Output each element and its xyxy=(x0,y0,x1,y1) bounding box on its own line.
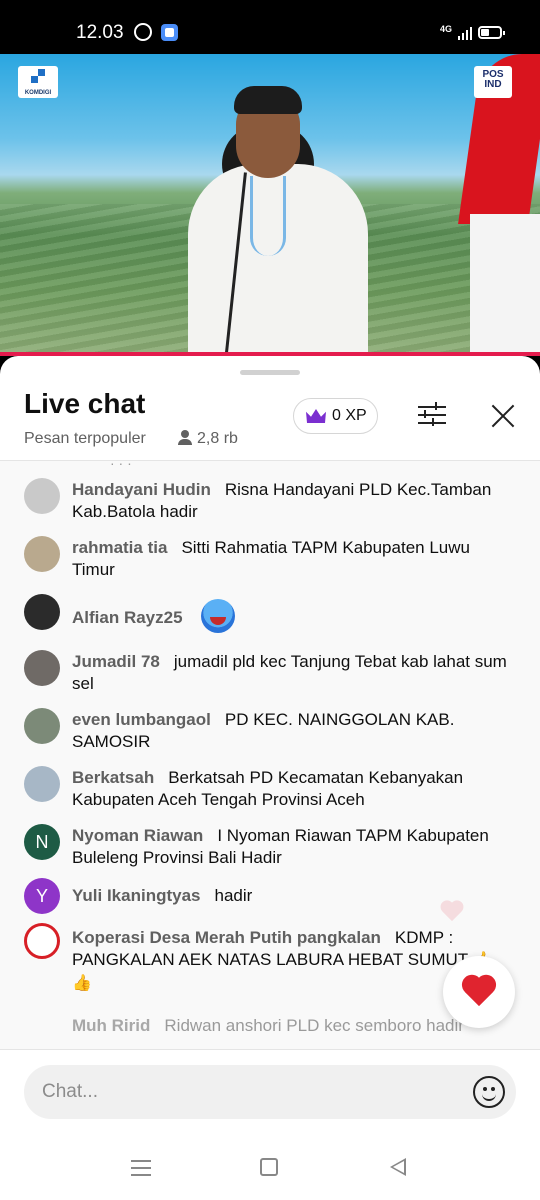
chat-message: Handayani Hudin Risna Handayani PLD Kec.T… xyxy=(0,475,540,525)
chat-message: rahmatia tia Sitti Rahmatia TAPM Kabupate… xyxy=(0,533,540,583)
message-text: hadir xyxy=(214,886,253,905)
pos-indonesia-logo: POS IND xyxy=(474,66,512,98)
chat-message: N Nyoman Riawan I Nyoman Riawan TAPM Kabu… xyxy=(0,821,540,871)
back-icon[interactable] xyxy=(390,1158,406,1176)
xp-badge[interactable]: 0 XP xyxy=(293,398,378,434)
app-notification-icon xyxy=(161,24,178,41)
message-author[interactable]: rahmatia tia xyxy=(72,538,167,557)
heart-icon xyxy=(461,976,497,1008)
person-icon xyxy=(178,430,192,445)
message-text: Ridwan anshori PLD kec semboro hadir xyxy=(164,1016,464,1035)
avatar[interactable]: N xyxy=(24,824,60,860)
message-author[interactable]: Yuli Ikaningtyas xyxy=(72,886,201,905)
avatar[interactable] xyxy=(24,766,60,802)
avatar[interactable] xyxy=(24,650,60,686)
input-divider xyxy=(0,1049,540,1050)
network-type: 4G xyxy=(440,24,453,34)
emoji-picker-icon[interactable] xyxy=(473,1076,505,1108)
signal-icon xyxy=(458,26,472,40)
crown-icon xyxy=(306,409,326,423)
chat-mode-label[interactable]: Pesan terpopuler xyxy=(24,430,146,448)
chat-message: Alfian Rayz25 xyxy=(0,591,540,635)
viewer-count: 2,8 rb xyxy=(178,430,238,448)
message-author[interactable]: Koperasi Desa Merah Putih pangkalan xyxy=(72,928,381,947)
close-icon[interactable] xyxy=(491,404,515,428)
message-author[interactable]: Handayani Hudin xyxy=(72,480,211,499)
message-author[interactable]: Alfian Rayz25 xyxy=(72,608,183,627)
recent-apps-icon[interactable] xyxy=(131,1160,151,1176)
laughing-emoji-icon xyxy=(200,599,235,633)
system-navigation-bar xyxy=(0,1140,540,1200)
flag-image xyxy=(458,54,540,356)
avatar[interactable] xyxy=(24,536,60,572)
message-author[interactable]: Jumadil 78 xyxy=(72,652,160,671)
live-chat-panel: Live chat Pesan terpopuler 2,8 rb 0 XP ·… xyxy=(0,356,540,1200)
avatar[interactable] xyxy=(24,594,60,630)
message-author[interactable]: Berkatsah xyxy=(72,768,154,787)
chat-input[interactable] xyxy=(24,1065,516,1119)
chat-message: even lumbangaol PD KEC. NAINGGOLAN KAB. S… xyxy=(0,705,540,755)
filter-settings-icon[interactable] xyxy=(418,402,446,428)
send-heart-button[interactable] xyxy=(443,956,515,1028)
chat-title: Live chat xyxy=(24,388,146,419)
drag-handle[interactable] xyxy=(240,370,300,375)
message-author[interactable]: even lumbangaol xyxy=(72,710,211,729)
message-author[interactable]: Nyoman Riawan xyxy=(72,826,203,845)
komdigi-logo: KOMDIGI xyxy=(18,66,58,98)
avatar[interactable] xyxy=(24,708,60,744)
chat-message: Berkatsah Berkatsah PD Kecamatan Kebanyak… xyxy=(0,763,540,813)
battery-icon xyxy=(478,26,505,39)
floating-heart-icon xyxy=(440,901,464,923)
avatar[interactable]: Y xyxy=(24,878,60,914)
video-player[interactable]: KOMDIGI POS IND xyxy=(0,54,540,356)
avatar[interactable] xyxy=(24,478,60,514)
thumbs-up-icon: 👍 xyxy=(72,975,92,992)
whatsapp-icon xyxy=(134,23,152,41)
chat-message: Jumadil 78 jumadil pld kec Tanjung Tebat … xyxy=(0,647,540,697)
status-bar: 12.03 4G xyxy=(0,0,540,56)
status-time: 12.03 xyxy=(76,22,124,43)
home-icon[interactable] xyxy=(260,1158,278,1176)
message-author[interactable]: Muh Ririd xyxy=(72,1016,150,1035)
avatar[interactable] xyxy=(24,923,60,959)
